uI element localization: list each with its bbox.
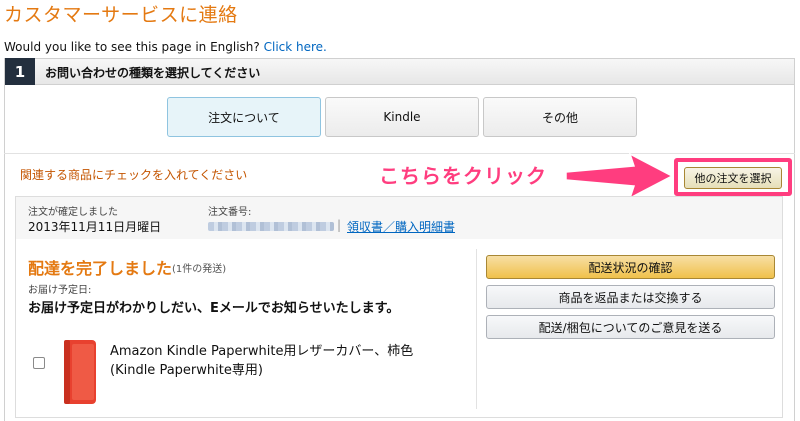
column-divider (476, 249, 477, 409)
select-item-hint: 関連する商品にチェックを入れてください (20, 168, 248, 182)
product-title: Amazon Kindle Paperwhite用レザーカバー、柿色 (Kind… (110, 344, 414, 378)
item-checkbox[interactable] (33, 357, 45, 369)
section-divider (4, 153, 795, 154)
order-placed-label: 注文が確定しました (28, 207, 118, 218)
product-image (64, 340, 96, 404)
step-header: 1 お問い合わせの種類を選択してください (4, 58, 795, 85)
english-link[interactable]: Click here. (264, 40, 327, 54)
callout-arrow-icon (565, 152, 674, 200)
eta-value: お届け予定日がわかりしだい、Eメールでお知らせいたします。 (28, 301, 400, 316)
shipment-count: (1件の発送) (172, 264, 227, 275)
eta-label: お届け予定日: (28, 285, 92, 296)
order-placed-date: 2013年11月11日月曜日 (28, 220, 162, 234)
delivery-status-title: 配達を完了しました (28, 259, 173, 278)
shipping-feedback-button[interactable]: 配送/梱包についてのご意見を送る (486, 315, 775, 339)
tab-kindle[interactable]: Kindle (325, 97, 479, 137)
select-other-order-button[interactable]: 他の注文を選択 (684, 167, 782, 189)
english-prompt-text: Would you like to see this page in Engli… (4, 40, 260, 54)
track-package-button[interactable]: 配送状況の確認 (486, 255, 775, 279)
order-number-redacted (208, 222, 334, 231)
callout-text: こちらをクリック (379, 164, 547, 188)
order-number-label: 注文番号: (208, 207, 252, 218)
tab-order[interactable]: 注文について (167, 97, 321, 137)
english-prompt: Would you like to see this page in Engli… (4, 40, 327, 54)
return-exchange-button[interactable]: 商品を返品または交換する (486, 285, 775, 309)
highlight-frame: 他の注文を選択 (674, 158, 792, 196)
tab-other[interactable]: その他 (483, 97, 637, 137)
page-title: カスタマーサービスに連絡 (4, 4, 238, 26)
link-separator: | (337, 218, 342, 232)
step-number-badge: 1 (5, 58, 35, 85)
step-title: お問い合わせの種類を選択してください (45, 66, 261, 80)
receipt-link[interactable]: 領収書／購入明細書 (347, 218, 455, 235)
